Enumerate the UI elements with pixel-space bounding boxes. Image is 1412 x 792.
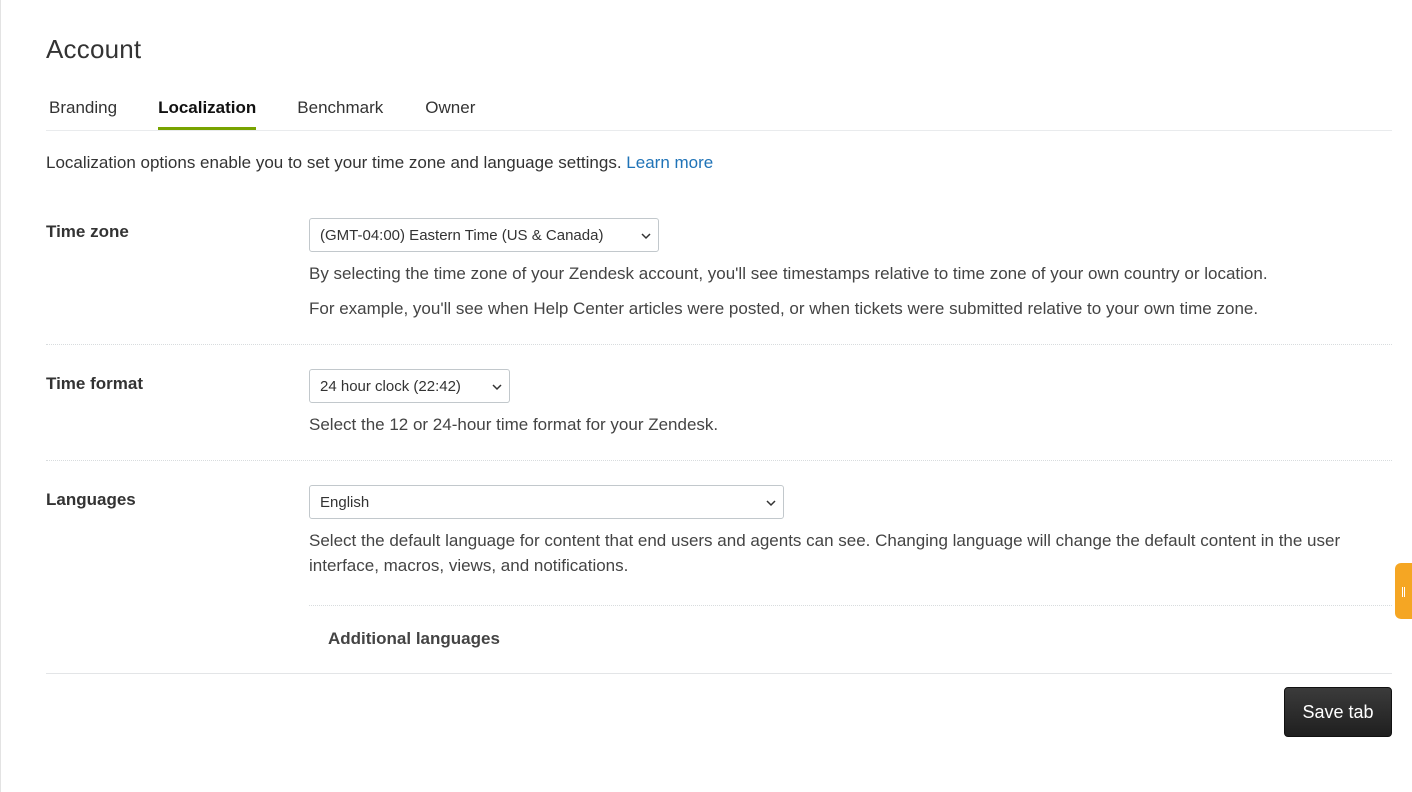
time-format-label: Time format <box>46 374 143 393</box>
left-divider <box>0 0 1 792</box>
tab-localization[interactable]: Localization <box>158 96 257 130</box>
grip-icon <box>1402 587 1405 597</box>
tab-bar: Branding Localization Benchmark Owner <box>46 96 1392 131</box>
time-format-row: Time format 24 hour clock (22:42) Select… <box>46 345 1392 461</box>
tab-branding[interactable]: Branding <box>49 96 117 130</box>
additional-languages-toggle[interactable]: Additional languages <box>328 629 500 649</box>
learn-more-link[interactable]: Learn more <box>626 153 713 172</box>
intro-description: Localization options enable you to set y… <box>46 153 622 172</box>
time-zone-selected-value: (GMT-04:00) Eastern Time (US & Canada) <box>320 227 604 244</box>
tab-benchmark[interactable]: Benchmark <box>297 96 383 130</box>
additional-languages-section: Additional languages <box>309 605 1392 674</box>
tab-owner[interactable]: Owner <box>425 96 475 130</box>
time-format-help: Select the 12 or 24-hour time format for… <box>309 415 719 434</box>
help-widget-tab[interactable] <box>1395 563 1412 619</box>
time-zone-select[interactable]: (GMT-04:00) Eastern Time (US & Canada) <box>309 218 659 252</box>
languages-field: English Select the default language for … <box>309 485 1392 578</box>
intro-text: Localization options enable you to set y… <box>46 153 713 173</box>
languages-row: Languages English Select the default lan… <box>46 461 1392 674</box>
default-language-selected-value: English <box>320 494 370 511</box>
languages-help: Select the default language for content … <box>309 531 1341 575</box>
time-zone-label: Time zone <box>46 222 129 241</box>
time-zone-example: For example, you'll see when Help Center… <box>309 299 1259 318</box>
time-format-field: 24 hour clock (22:42) Select the 12 or 2… <box>309 369 718 437</box>
languages-label: Languages <box>46 490 136 509</box>
time-format-selected-value: 24 hour clock (22:42) <box>320 378 461 395</box>
page-title: Account <box>46 34 142 64</box>
time-zone-help: By selecting the time zone of your Zende… <box>309 264 1268 283</box>
time-zone-field: (GMT-04:00) Eastern Time (US & Canada) B… <box>309 218 1268 321</box>
default-language-select[interactable]: English <box>309 485 784 519</box>
time-zone-row: Time zone (GMT-04:00) Eastern Time (US &… <box>46 200 1392 345</box>
time-format-select[interactable]: 24 hour clock (22:42) <box>309 369 510 403</box>
chevron-down-icon <box>641 233 651 240</box>
chevron-down-icon <box>766 500 776 507</box>
save-tab-button[interactable]: Save tab <box>1284 687 1392 737</box>
chevron-down-icon <box>492 384 502 391</box>
